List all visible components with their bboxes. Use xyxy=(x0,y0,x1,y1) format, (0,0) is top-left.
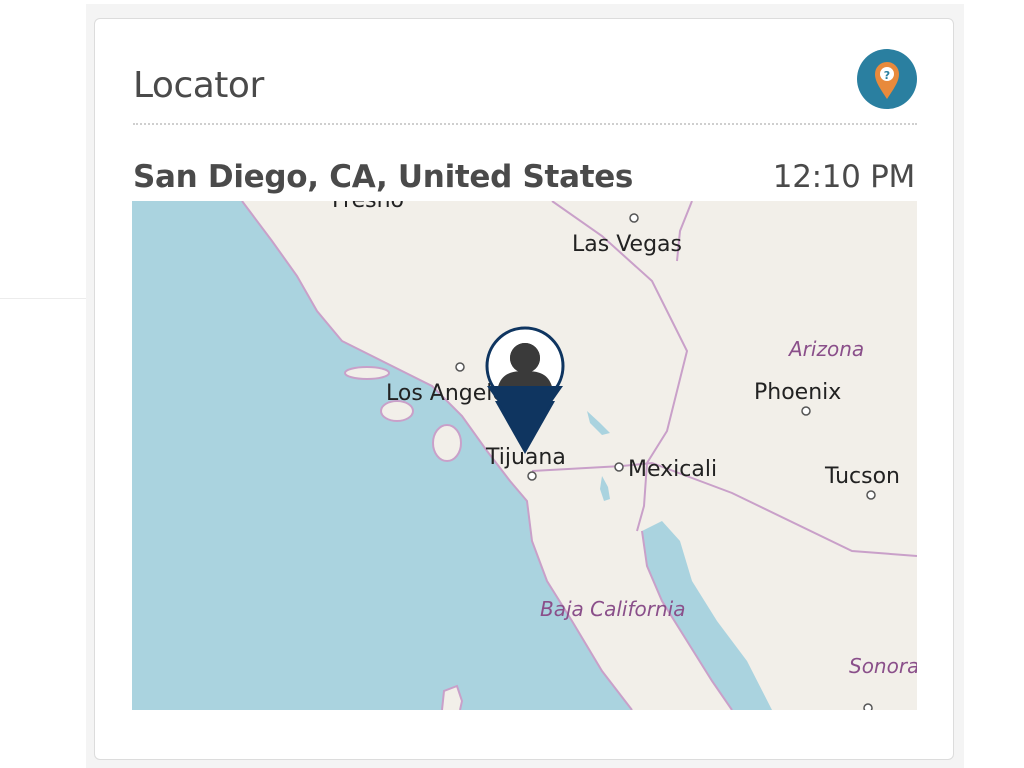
map-canvas[interactable]: Fresno Las Vegas Arizona Phoenix Los Ang… xyxy=(132,201,917,710)
city-dot-tijuana xyxy=(527,471,537,481)
map-label-fresno: Fresno xyxy=(332,201,404,213)
city-dot-los-angeles xyxy=(455,362,465,372)
map-label-las-vegas: Las Vegas xyxy=(572,232,682,257)
title-divider xyxy=(133,123,917,125)
map-label-mexicali: Mexicali xyxy=(628,457,717,482)
widget-title: Locator xyxy=(133,65,264,106)
location-map[interactable]: Fresno Las Vegas Arizona Phoenix Los Ang… xyxy=(132,201,917,710)
map-label-baja-california: Baja California xyxy=(540,597,685,621)
locator-widget: Locator ? San Diego, CA, United States 1… xyxy=(94,18,954,760)
map-label-tucson: Tucson xyxy=(824,464,900,489)
map-pin-help-icon[interactable]: ? xyxy=(857,49,917,109)
map-label-arizona: Arizona xyxy=(787,337,864,361)
city-dot-tucson xyxy=(866,490,876,500)
map-label-phoenix: Phoenix xyxy=(754,380,841,405)
city-dot-south xyxy=(863,703,873,710)
city-dot-las-vegas xyxy=(629,213,639,223)
location-name: San Diego, CA, United States xyxy=(133,159,634,195)
city-dot-phoenix xyxy=(801,406,811,416)
svg-text:?: ? xyxy=(884,69,890,82)
location-time: 12:10 PM xyxy=(772,159,916,195)
left-divider xyxy=(0,298,86,299)
city-dot-mexicali xyxy=(614,462,624,472)
map-label-sonora: Sonora xyxy=(849,654,917,678)
